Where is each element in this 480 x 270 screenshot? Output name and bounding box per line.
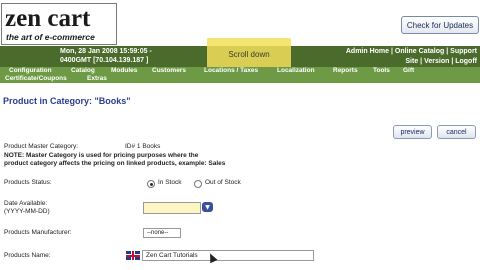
- in-stock-label: In Stock: [158, 179, 182, 186]
- online-catalog-link[interactable]: Online Catalog: [395, 48, 444, 55]
- nav-tools[interactable]: Tools: [373, 67, 390, 75]
- nav-localization[interactable]: Localization: [277, 67, 315, 75]
- logo-brand: zen cart: [5, 5, 91, 32]
- check-for-updates-button[interactable]: Check for Updates: [401, 16, 479, 34]
- calendar-icon[interactable]: ▼: [202, 202, 213, 212]
- logoff-link[interactable]: Logoff: [455, 58, 477, 65]
- header-date-line1: Mon, 28 Jan 2008 15:59:05 -: [60, 48, 152, 55]
- nav-locations-taxes[interactable]: Locations / Taxes: [204, 67, 258, 75]
- manufacturer-label: Products Manufacturer:: [4, 229, 72, 236]
- nav-gift[interactable]: Gift: [403, 67, 414, 75]
- nav-catalog[interactable]: Catalog: [71, 67, 95, 75]
- nav-customers[interactable]: Customers: [152, 67, 186, 75]
- manufacturer-select[interactable]: --none--: [143, 228, 181, 238]
- site-link[interactable]: Site: [405, 58, 418, 65]
- out-of-stock-label: Out of Stock: [205, 179, 241, 186]
- master-category-note-line1: NOTE: Master Category is used for pricin…: [4, 152, 199, 159]
- logo-tagline: the art of e-commerce: [6, 32, 95, 42]
- date-format-hint: (YYYY-MM-DD): [4, 208, 50, 215]
- nav-extras[interactable]: Extras: [87, 75, 107, 83]
- nav-configuration[interactable]: Configuration: [9, 67, 52, 75]
- products-status-label: Products Status:: [4, 179, 52, 186]
- date-available-input[interactable]: [143, 202, 201, 214]
- date-available-label: Date Available:: [4, 200, 48, 207]
- header-links: Admin Home | Online Catalog | Support Si…: [345, 48, 477, 65]
- support-link[interactable]: Support: [450, 48, 477, 55]
- master-category-label: Product Master Category:: [4, 143, 79, 150]
- header-date-line2: 0400GMT [70.104.139.187 ]: [60, 57, 149, 64]
- product-name-label: Products Name:: [4, 252, 51, 259]
- product-name-input[interactable]: Zen Cart Tutorials: [142, 250, 314, 261]
- in-stock-radio[interactable]: [147, 180, 155, 188]
- page-title: Product in Category: "Books": [3, 96, 131, 106]
- master-category-value: ID# 1 Books: [125, 143, 161, 150]
- master-category-note-line2: product category affects the pricing on …: [4, 160, 226, 167]
- out-of-stock-radio[interactable]: [194, 180, 202, 188]
- version-link[interactable]: Version: [424, 58, 449, 65]
- nav-modules[interactable]: Modules: [111, 67, 137, 75]
- nav-certificate-coupons[interactable]: Certificate/Coupons: [5, 75, 67, 83]
- english-flag-icon: [126, 251, 140, 260]
- admin-home-link[interactable]: Admin Home: [346, 48, 389, 55]
- header-datetime: Mon, 28 Jan 2008 15:59:05 - 0400GMT [70.…: [60, 47, 152, 65]
- cancel-button[interactable]: cancel: [437, 125, 476, 139]
- nav-reports[interactable]: Reports: [333, 67, 358, 75]
- scroll-down-tooltip: Scroll down: [207, 38, 291, 70]
- preview-button[interactable]: preview: [393, 125, 432, 139]
- zen-cart-logo: zen cart the art of e-commerce: [1, 3, 117, 45]
